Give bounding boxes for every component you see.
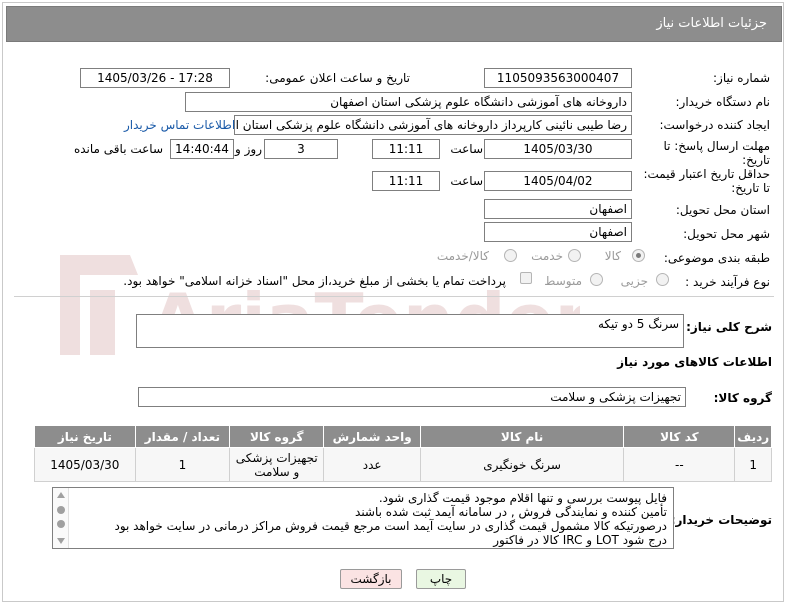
header-bar: جزئیات اطلاعات نیاز [6,6,782,42]
remaining-field: 14:40:44 [170,139,234,159]
deadline-label-2: تاریخ: [742,153,770,167]
process-option-minor: جزیی [620,274,648,288]
buyer-org-label: نام دستگاه خریدار: [675,95,771,109]
buyer-org-field: داروخانه های آموزشی دانشگاه علوم پزشکی ا… [185,92,632,112]
category-option-goods-service: کالا/خدمت [436,249,489,263]
province-field: اصفهان [484,199,632,219]
col-unit: واحد شمارش [323,425,421,448]
remaining-label: ساعت باقی مانده [73,142,163,156]
col-qty: تعداد / مقدار [134,425,231,448]
deadline-date-field: 1405/03/30 [484,139,632,159]
notes-scrollbar[interactable] [53,488,69,548]
divider [14,296,774,297]
back-button[interactable]: بازگشت [340,569,402,589]
creator-label: ایجاد کننده درخواست: [659,118,770,132]
validity-label-1: حداقل تاریخ اعتبار قیمت: [643,167,770,181]
notes-line-3: درصورتیکه کالا مشمول قیمت گذاری در سایت … [114,519,667,533]
validity-time-label: ساعت [450,174,483,188]
category-option-service: خدمت [531,249,563,263]
notes-textarea[interactable]: فایل پیوست بررسی و تنها اقلام موجود قیمت… [52,487,674,549]
category-label: طبقه بندی موضوعی: [663,251,770,265]
province-label: استان محل تحویل: [675,203,770,217]
goods-section-title: اطلاعات کالاهای مورد نیاز [617,355,772,369]
notes-line-1: فایل پیوست بررسی و تنها اقلام موجود قیمت… [378,491,667,505]
col-date: تاریخ نیاز [34,425,136,448]
announce-field: 1405/03/26 - 17:28 [80,68,230,88]
category-radio-goods[interactable] [632,249,645,262]
summary-label: شرح کلی نیاز: [686,320,772,334]
cell-date: 1405/03/30 [34,447,136,482]
page-title: جزئیات اطلاعات نیاز [656,16,767,31]
process-option-medium: متوسط [544,274,582,288]
cell-unit: عدد [323,447,421,482]
announce-label: تاریخ و ساعت اعلان عمومی: [265,71,410,85]
cell-qty: 1 [134,447,231,482]
days-field: 3 [264,139,338,159]
validity-date-field: 1405/04/02 [484,171,632,191]
category-option-goods: کالا [604,249,621,263]
col-row: ردیف [734,425,772,448]
deadline-time-field: 11:11 [372,139,440,159]
table-row[interactable]: 1 -- سرنگ خونگیری عدد تجهیزات پزشکی و سل… [34,447,772,482]
col-code: کد کالا [623,425,736,448]
deadline-label-1: مهلت ارسال پاسخ: تا [663,139,770,153]
treasury-payment-checkbox[interactable] [520,272,532,284]
treasury-payment-note: پرداخت تمام یا بخشی از مبلغ خرید،از محل … [123,274,506,288]
print-button[interactable]: چاپ [416,569,466,589]
notes-line-2: تأمین کننده و نمایندگی فروش , در سامانه … [355,505,667,519]
cell-row: 1 [734,447,772,482]
cell-group: تجهیزات پزشکی و سلامت [229,447,325,482]
process-radio-minor[interactable] [656,273,669,286]
cell-code: -- [623,447,736,482]
category-radio-goods-service[interactable] [504,249,517,262]
cell-name: سرنگ خونگیری [419,447,625,482]
contact-buyer-link[interactable]: اطلاعات تماس خریدار [124,118,235,132]
deadline-time-label: ساعت [450,142,483,156]
city-label: شهر محل تحویل: [683,227,770,241]
goods-group-label: گروه کالا: [713,391,772,405]
validity-time-field: 11:11 [372,171,440,191]
goods-group-field: تجهیزات پزشکی و سلامت [138,387,686,407]
process-label: نوع فرآیند خرید : [685,275,770,289]
col-name: نام کالا [419,425,625,448]
city-field: اصفهان [484,222,632,242]
process-radio-medium[interactable] [590,273,603,286]
notes-line-4: درج شود LOT و IRC کالا در فاکتور [493,533,667,547]
summary-field[interactable]: سرنگ 5 دو تیکه [136,314,684,348]
validity-label-2: تا تاریخ: [731,181,770,195]
days-label: روز و [235,142,262,156]
creator-field: رضا طیبی نائینی کارپرداز داروخانه های آم… [234,115,632,135]
need-number-field: 1105093563000407 [484,68,632,88]
goods-table-header: ردیف کد کالا نام کالا واحد شمارش گروه کا… [34,425,772,448]
category-radio-service[interactable] [568,249,581,262]
scrollbar-arrows-icon [57,492,65,544]
col-group: گروه کالا [229,425,325,448]
notes-label: توضیحات خریدار: [670,513,772,527]
goods-table: ردیف کد کالا نام کالا واحد شمارش گروه کا… [34,425,772,482]
need-number-label: شماره نیاز: [713,71,770,85]
